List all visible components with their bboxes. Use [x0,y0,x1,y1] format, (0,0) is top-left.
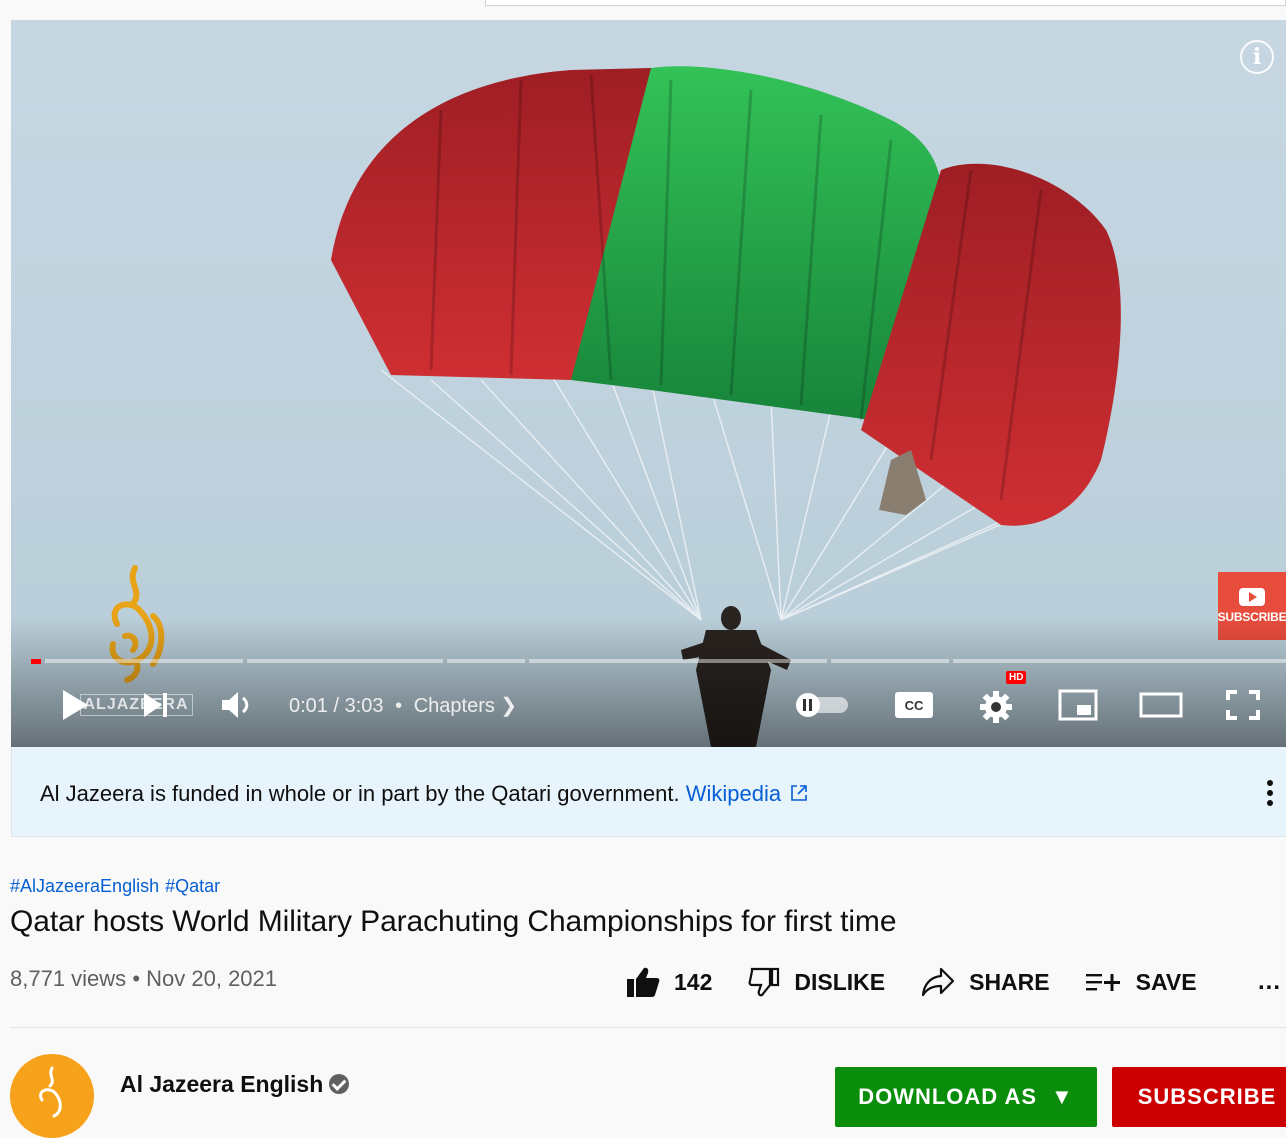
video-actions: 142 DISLIKE SHARE SAVE [626,962,1233,1002]
chevron-right-icon: ❯ [500,695,518,717]
player-controls: ALJAZEERA 0:01 / 3:03 • Chapters ❯ CC HD [11,670,1286,730]
wikipedia-link-label: Wikipedia [685,781,782,806]
hashtag-link[interactable]: #Qatar [165,876,220,896]
video-title: Qatar hosts World Military Parachuting C… [10,905,897,938]
channel-name[interactable]: Al Jazeera English [120,1071,350,1098]
playlist-add-icon [1085,974,1120,991]
thumbs-up-icon [627,967,660,997]
time-separator: / [333,695,340,717]
progress-bar[interactable] [31,659,1286,664]
hashtag-link[interactable]: #AlJazeeraEnglish [10,876,159,896]
like-count: 142 [674,968,713,995]
overlay-logo-text: ALJAZEERA [79,694,193,716]
theater-mode-icon[interactable] [1137,680,1185,730]
verified-icon [329,1074,350,1094]
svg-text:CC: CC [905,698,924,713]
time-current: 0:01 [289,695,328,717]
notice-text: Al Jazeera is funded in whole or in part… [40,781,809,807]
al-jazeera-logo-icon [39,1066,62,1118]
channel-name-label: Al Jazeera English [120,1071,324,1097]
share-label: SHARE [969,968,1050,995]
time-display: 0:01 / 3:03 • Chapters ❯ [289,693,517,718]
search-bar-edge[interactable] [485,0,1286,6]
view-count: 8,771 views [10,966,127,991]
share-icon [922,967,955,997]
time-dot: • [395,695,403,717]
subscribe-label: SUBSCRIBE [1137,1084,1277,1109]
dropdown-icon: ▼ [1051,1084,1074,1109]
like-button[interactable]: 142 [626,966,712,998]
save-button[interactable]: SAVE [1085,968,1197,996]
upload-date: Nov 20, 2021 [146,966,278,991]
stats-dot: • [132,966,147,991]
time-total: 3:03 [344,695,384,717]
video-player[interactable]: i SUBSCRIBE ALJAZEERA [11,20,1286,747]
external-link-icon [791,785,807,801]
chapter-segment[interactable] [953,659,1286,663]
share-button[interactable]: SHARE [921,967,1050,997]
next-icon[interactable] [139,680,173,730]
thumbs-down-icon [748,967,780,997]
save-label: SAVE [1135,968,1197,995]
notice-message: Al Jazeera is funded in whole or in part… [40,781,680,806]
settings-gear-icon[interactable] [973,680,1023,730]
chapter-segment[interactable] [247,659,443,663]
fullscreen-icon[interactable] [1221,680,1265,730]
dislike-label: DISLIKE [794,968,886,995]
download-button[interactable]: DOWNLOAD AS ▼ [835,1067,1097,1127]
youtube-logo-icon [1239,588,1265,606]
hashtags: #AlJazeeraEnglish #Qatar [10,876,226,897]
miniplayer-icon[interactable] [1055,680,1101,730]
chapter-segment[interactable] [529,659,827,663]
chapters-button[interactable]: Chapters ❯ [414,695,517,717]
chapter-segment[interactable] [831,659,949,663]
info-icon[interactable]: i [1240,40,1274,74]
video-stats: 8,771 views • Nov 20, 2021 [10,966,277,992]
more-vert-icon[interactable] [1258,777,1282,809]
chapter-segment[interactable] [447,659,525,663]
wikipedia-link[interactable]: Wikipedia [686,781,809,806]
chapters-label: Chapters [413,695,495,717]
aljazeera-overlay-logo: ALJAZEERA [79,680,193,730]
chapter-segment[interactable] [45,659,243,663]
more-actions-button[interactable]: ... [1258,968,1281,996]
dislike-button[interactable]: DISLIKE [748,967,885,997]
download-label: DOWNLOAD AS [858,1084,1038,1109]
channel-avatar[interactable] [10,1054,94,1138]
information-panel: Al Jazeera is funded in whole or in part… [11,747,1286,837]
subscribe-button[interactable]: SUBSCRIBE [1112,1067,1286,1127]
hd-badge: HD [1006,668,1027,686]
autoplay-toggle[interactable] [791,680,853,730]
volume-icon[interactable] [217,680,257,730]
captions-icon[interactable]: CC [891,680,937,730]
divider [10,1027,1286,1028]
progress-played [31,659,41,664]
hd-badge-label: HD [1006,670,1027,684]
